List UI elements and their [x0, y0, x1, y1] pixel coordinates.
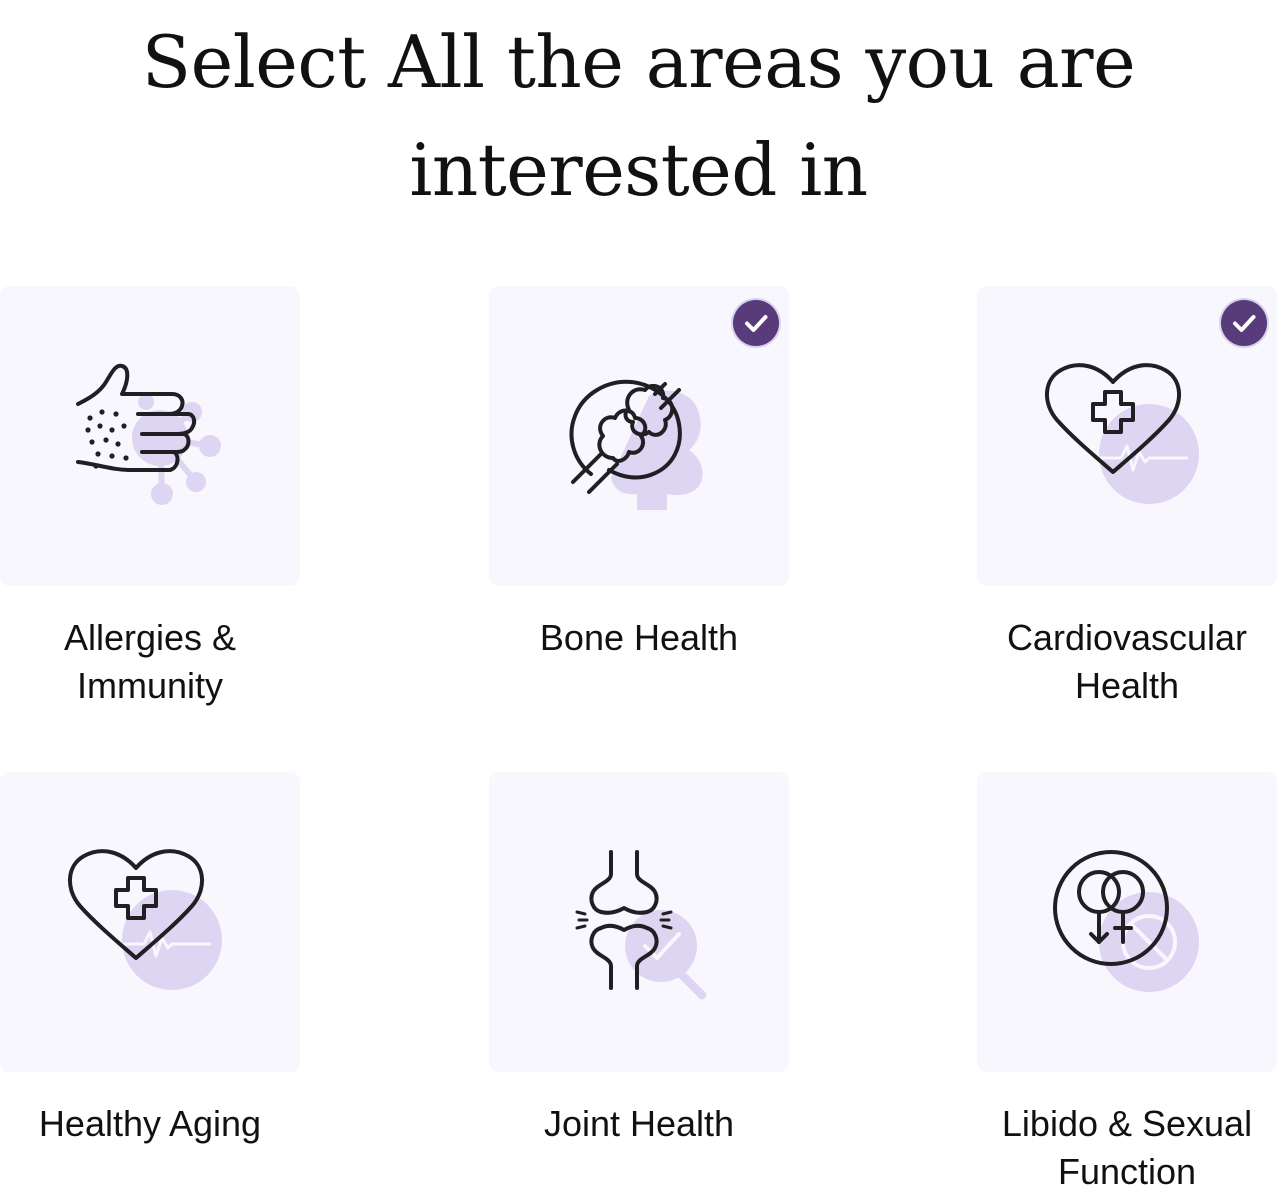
option-card[interactable] [0, 286, 300, 586]
option-healthy-aging[interactable]: Healthy Aging [0, 772, 300, 1148]
option-joint-health[interactable]: Joint Health [489, 772, 789, 1148]
option-label-line-1: Cardiovascular [1006, 617, 1248, 658]
option-label: Libido & Sexual Function [977, 1100, 1277, 1192]
option-label-line-1: Libido & Sexual [1001, 1103, 1253, 1144]
option-label-line-1: Allergies & [63, 617, 237, 658]
page-title-line-2: interested in [409, 128, 868, 212]
selected-check-icon [1221, 300, 1267, 346]
option-libido-sexual-function[interactable]: Libido & Sexual Function [977, 772, 1277, 1192]
option-label: Joint Health [489, 1100, 789, 1148]
option-card[interactable] [977, 286, 1277, 586]
option-allergies-immunity[interactable]: Allergies & Immunity [0, 286, 300, 710]
option-card[interactable] [489, 286, 789, 586]
gender-symbols-icon [1053, 850, 1199, 992]
option-label-line-1: Bone Health [539, 617, 739, 658]
heart-cross-icon [67, 849, 222, 990]
option-label-line-2: Health [1074, 665, 1180, 706]
allergy-hand-icon [76, 363, 221, 505]
option-label-line-2: Function [1057, 1151, 1197, 1192]
option-label: Cardiovascular Health [977, 614, 1277, 710]
option-card[interactable] [489, 772, 789, 1072]
option-bone-health[interactable]: Bone Health [489, 286, 789, 662]
joint-icon [575, 850, 707, 1000]
heart-cross-icon [1044, 363, 1199, 504]
option-label-line-1: Healthy Aging [38, 1103, 262, 1144]
bone-icon [569, 379, 703, 510]
option-label: Bone Health [489, 614, 789, 662]
option-card[interactable] [977, 772, 1277, 1072]
option-cardiovascular-health[interactable]: Cardiovascular Health [977, 286, 1277, 710]
selected-check-icon [733, 300, 779, 346]
option-card[interactable] [0, 772, 300, 1072]
page-title: Select All the areas you are interested … [0, 8, 1277, 224]
option-label-line-1: Joint Health [543, 1103, 735, 1144]
option-label-line-2: Immunity [76, 665, 224, 706]
page-title-line-1: Select All the areas you are [141, 20, 1136, 104]
option-label: Allergies & Immunity [0, 614, 300, 710]
option-label: Healthy Aging [0, 1100, 300, 1148]
